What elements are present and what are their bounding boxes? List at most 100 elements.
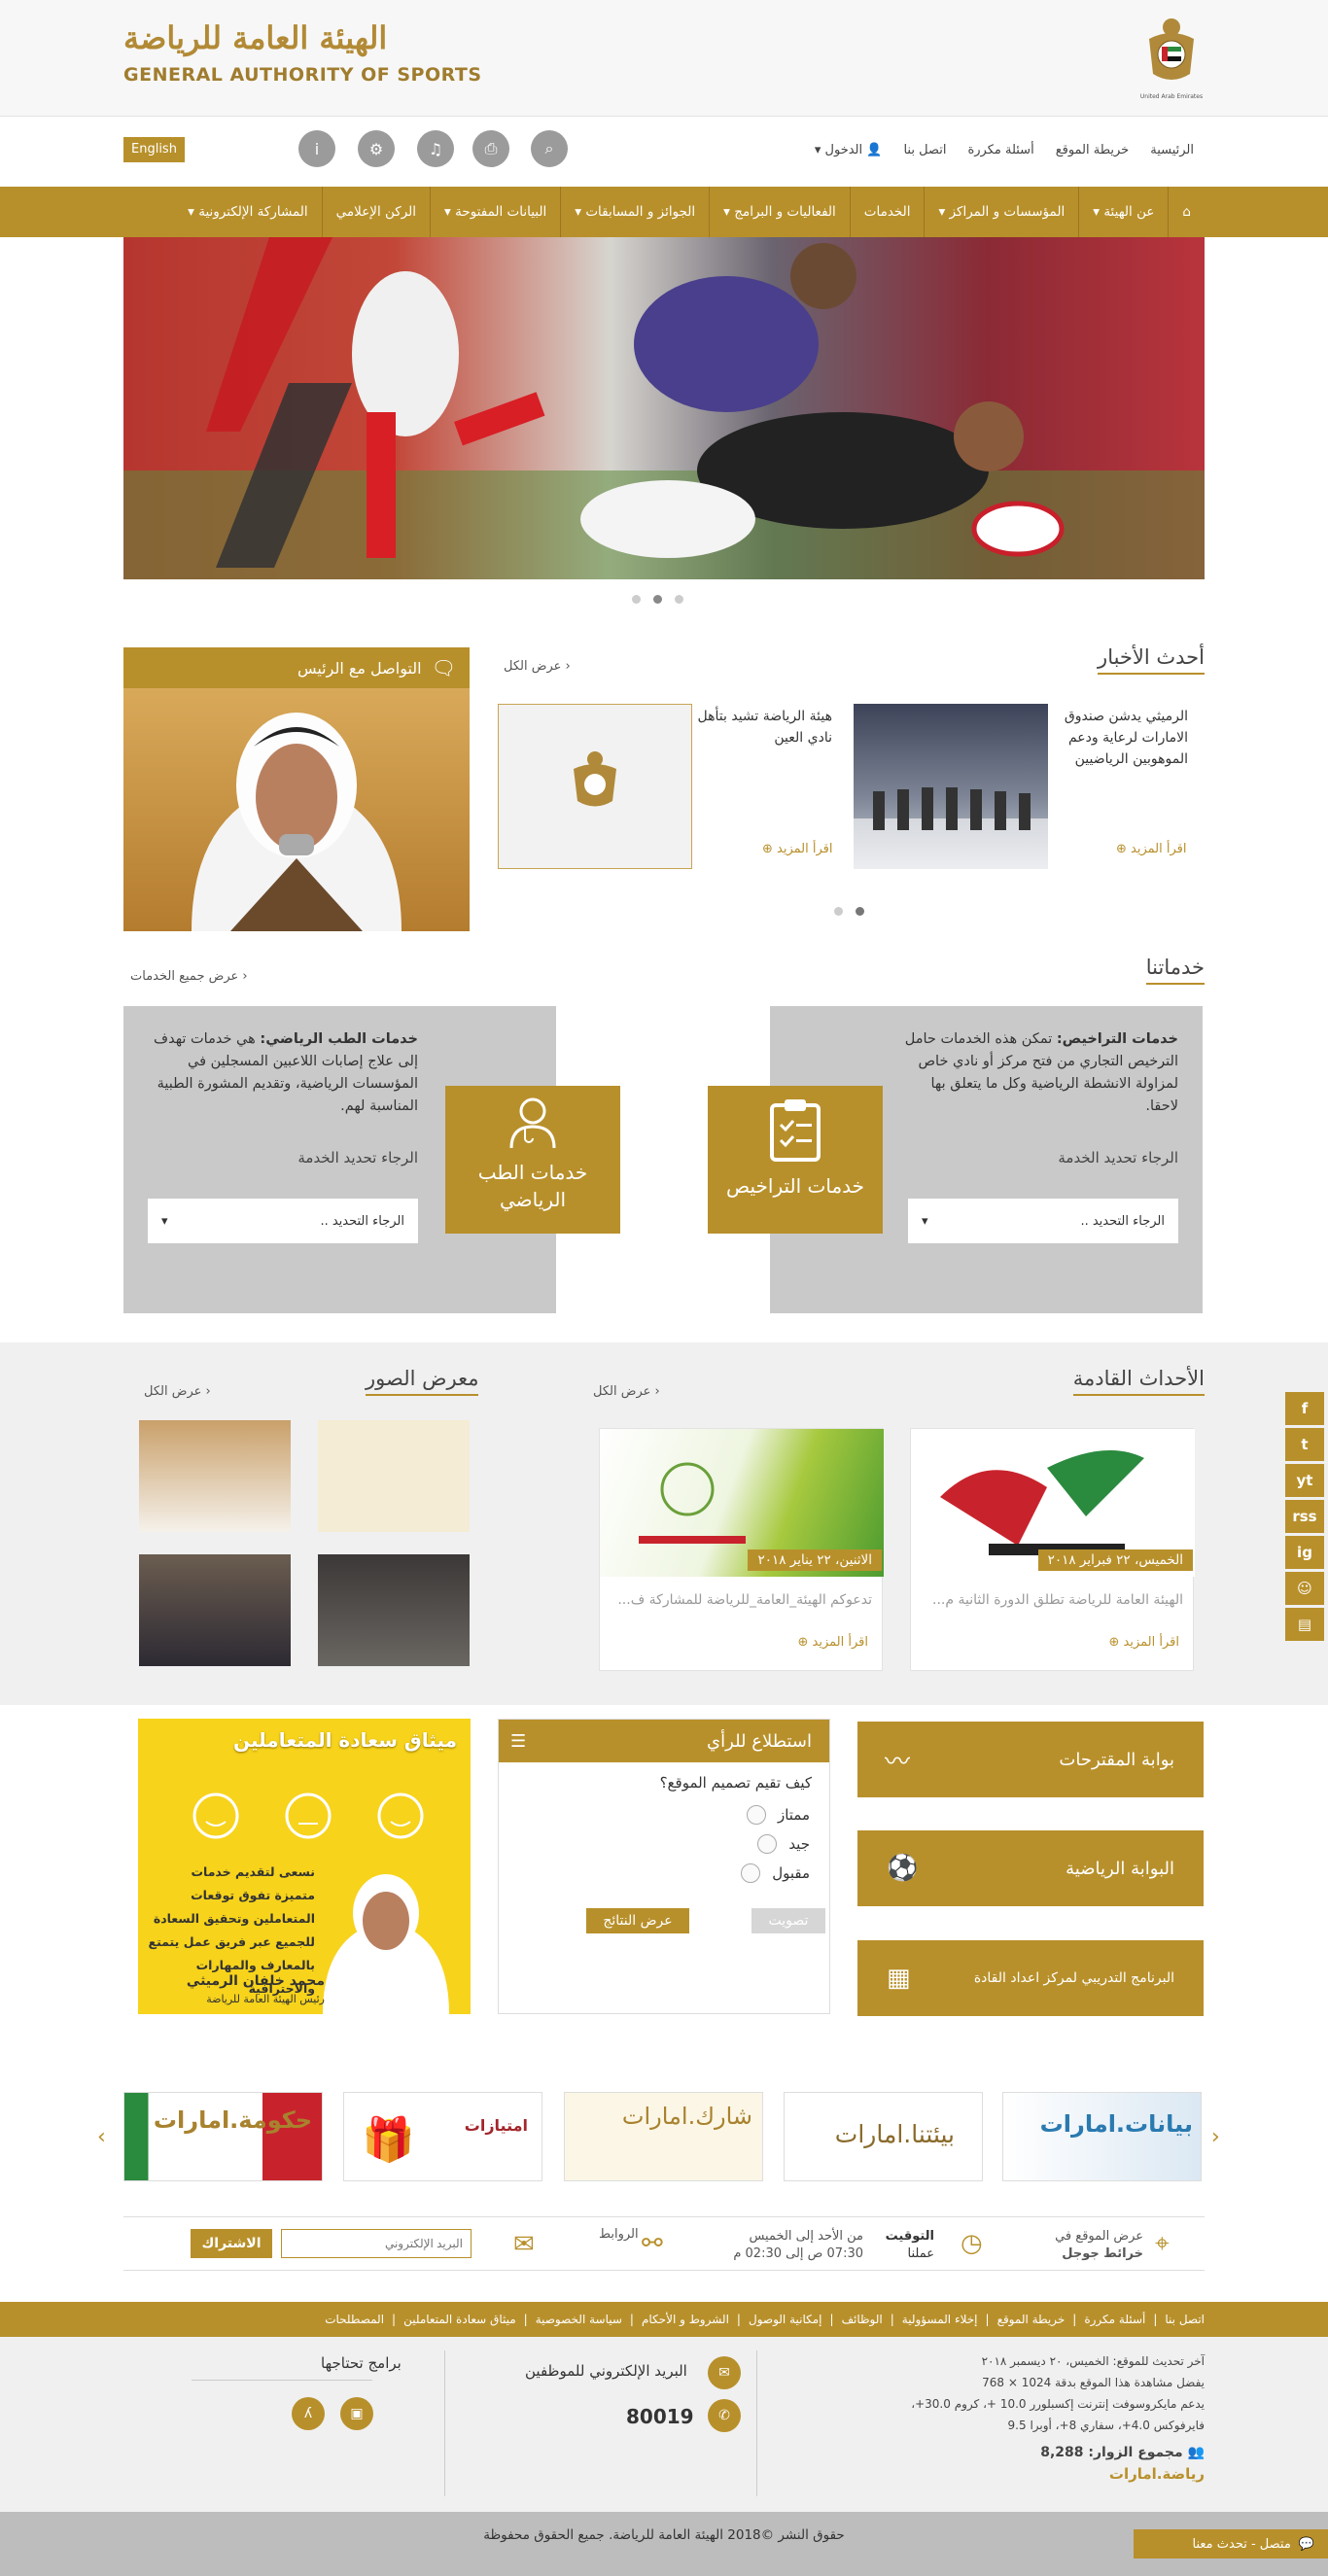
settings-icon[interactable]: ⚙ <box>358 130 395 167</box>
poll-radio-2[interactable] <box>757 1834 778 1854</box>
youtube-icon[interactable]: yt <box>1285 1464 1324 1497</box>
footer-link-sitemap[interactable]: خريطة الموقع <box>997 2313 1066 2326</box>
gallery-photo-4[interactable] <box>139 1554 291 1666</box>
news-image-1[interactable] <box>854 704 1048 869</box>
footer-link-terms[interactable]: الشروط و الأحكام <box>642 2313 729 2326</box>
customer-charter-banner[interactable]: ميثاق سعادة المتعاملين نسعى لتقديم خدمات… <box>138 1719 471 2014</box>
gallery-photo-3[interactable] <box>318 1554 470 1666</box>
footer-link-accessibility[interactable]: إمكانية الوصول <box>749 2313 822 2326</box>
chairman-header[interactable]: 🗨 التواصل مع الرئيس <box>123 647 470 688</box>
nav-about[interactable]: عن الهيئة ▾ <box>1078 187 1168 237</box>
footer-link-jobs[interactable]: الوظائف <box>842 2313 883 2326</box>
newsletter-email-input[interactable] <box>281 2229 472 2258</box>
logo-arabic[interactable]: الهيئة العامة للرياضة <box>123 19 387 56</box>
footer-link-faq[interactable]: أسئلة مكررة <box>1084 2313 1145 2326</box>
facebook-icon[interactable]: f <box>1285 1392 1324 1425</box>
partner-logo-4[interactable]: امتيازات 🎁 <box>343 2092 542 2181</box>
instagram-icon[interactable]: ig <box>1285 1536 1324 1569</box>
partners-next-icon[interactable]: › <box>1211 2125 1220 2149</box>
sound-icon[interactable]: ♫ <box>417 130 454 167</box>
nav-services[interactable]: الخدمات <box>849 187 925 237</box>
poll-radio-3[interactable] <box>741 1863 761 1883</box>
news-read-more-2[interactable]: اقرأ المزيد ⊕ <box>762 842 832 856</box>
partner-logo-2[interactable]: بيئتنا.امارات <box>784 2092 983 2181</box>
services-view-all[interactable]: ‹ عرض جميع الخدمات <box>130 969 248 984</box>
news-dot-active[interactable] <box>856 907 864 916</box>
nav-e-participation[interactable]: المشاركة الإلكترونية ▾ <box>174 187 322 237</box>
footer-link-privacy[interactable]: سياسة الخصوصية <box>536 2313 622 2326</box>
gallery-photo-1[interactable] <box>318 1420 470 1532</box>
footer-link-charter[interactable]: ميثاق سعادة المتعاملين <box>403 2313 516 2326</box>
news-read-more-1[interactable]: اقرأ المزيد ⊕ <box>1116 842 1186 856</box>
event-card-1[interactable]: الخميس، ٢٢ فبراير ٢٠١٨ الهيئة العامة للر… <box>910 1428 1195 1671</box>
poll-option-1[interactable]: ممتاز <box>746 1805 810 1825</box>
medical-services-button[interactable]: خدمات الطب الرياضي <box>445 1086 620 1234</box>
twitter-icon[interactable]: t <box>1285 1428 1324 1461</box>
partner-logo-3[interactable]: شارك.امارات <box>564 2092 763 2181</box>
nav-media[interactable]: الركن الإعلامي <box>321 187 430 237</box>
event-read-more-1[interactable]: اقرأ المزيد ⊕ <box>1109 1635 1179 1650</box>
search-icon[interactable]: ⌕ <box>531 130 568 167</box>
poll-radio-1[interactable] <box>746 1805 766 1825</box>
nav-events[interactable]: الفعاليات و البرامج ▾ <box>709 187 850 237</box>
logo-english[interactable]: GENERAL AUTHORITY OF SPORTS <box>123 64 482 86</box>
feedback-icon[interactable]: ☺ <box>1285 1572 1324 1605</box>
partner-logo-5[interactable]: حكومة.امارات <box>123 2092 323 2181</box>
staff-email-link[interactable]: البريد الإلكتروني للموظفين <box>525 2362 687 2380</box>
training-program-button[interactable]: البرنامج التدريبي لمركز اعداد القادة ▦ <box>857 1940 1204 2016</box>
nav-home-icon[interactable]: ⌂ <box>1168 187 1205 237</box>
sports-portal-button[interactable]: البوابة الرياضية ⚽ <box>857 1830 1204 1906</box>
nav-awards[interactable]: الجوائز و المسابقات ▾ <box>560 187 709 237</box>
event-card-2[interactable]: الاثنين، ٢٢ يناير ٢٠١٨ تدعوكم الهيئة_الع… <box>599 1428 884 1671</box>
nav-open-data[interactable]: البيانات المفتوحة ▾ <box>430 187 560 237</box>
link-faq[interactable]: أسئلة مكررة <box>967 143 1033 157</box>
news-text-2[interactable]: هيئة الرياضة تشيد بتأهل نادي العين <box>696 706 832 748</box>
poll-header: استطلاع للرأي ☰ <box>499 1720 829 1762</box>
vote-button[interactable]: تصويت <box>751 1908 825 1933</box>
info-icon[interactable]: i <box>298 130 335 167</box>
news-text-1[interactable]: الرميثي يدشن صندوق الامارات لرعاية ودعم … <box>1052 706 1188 770</box>
footer-link-contact[interactable]: اتصل بنا <box>1165 2313 1205 2326</box>
footer-link-disclaimer[interactable]: إخلاء المسؤولية <box>902 2313 978 2326</box>
site-domain[interactable]: رياضة.امارات <box>903 2463 1205 2485</box>
links-label[interactable]: الروابط <box>599 2227 639 2242</box>
acrobat-app-icon[interactable]: ʎ <box>292 2397 325 2430</box>
link-contact[interactable]: اتصل بنا <box>903 143 946 157</box>
hero-dot[interactable] <box>675 595 683 604</box>
hero-dot[interactable] <box>632 595 641 604</box>
gallery-view-all[interactable]: ‹ عرض الكل <box>144 1384 211 1399</box>
partner-logo-1[interactable]: بيانات.امارات <box>1002 2092 1202 2181</box>
rss-icon[interactable]: rss <box>1285 1500 1324 1533</box>
news-view-all[interactable]: ‹ عرض الكل <box>504 659 571 674</box>
event-read-more-2[interactable]: اقرأ المزيد ⊕ <box>798 1635 868 1650</box>
gallery-photo-2[interactable] <box>139 1420 291 1532</box>
partners-prev-icon[interactable]: ‹ <box>97 2125 106 2149</box>
licensing-select[interactable]: الرجاء التحديد .. ▾ <box>908 1199 1178 1243</box>
phone-number[interactable]: 80019 <box>626 2405 694 2428</box>
nav-institutions[interactable]: المؤسسات و المراكز ▾ <box>924 187 1078 237</box>
language-switch[interactable]: English <box>123 137 185 162</box>
hero-dot-active[interactable] <box>653 595 662 604</box>
office-app-icon[interactable]: ▣ <box>340 2397 373 2430</box>
subscribe-button[interactable]: الاشتراك <box>191 2229 272 2258</box>
print-icon[interactable]: ⎙ <box>472 130 509 167</box>
login-link[interactable]: 👤 الدخول ▾ <box>815 143 883 157</box>
link-home[interactable]: الرئيسية <box>1150 143 1194 157</box>
poll-option-3[interactable]: مقبول <box>741 1863 810 1883</box>
footer-link-glossary[interactable]: المصطلحات <box>325 2313 384 2326</box>
events-view-all[interactable]: ‹ عرض الكل <box>593 1384 660 1399</box>
medical-select[interactable]: الرجاء التحديد .. ▾ <box>148 1199 418 1243</box>
view-results-button[interactable]: عرض النتائج <box>586 1908 689 1933</box>
clipboard-icon <box>708 1086 883 1166</box>
live-chat-button[interactable]: 💬 متصل - تحدث معنا <box>1134 2529 1328 2559</box>
google-maps-link[interactable]: عرض الموقع في خرائط جوجل <box>1055 2228 1143 2263</box>
news-dot[interactable] <box>834 907 843 916</box>
hero-slider[interactable] <box>123 237 1205 579</box>
document-icon[interactable]: ▤ <box>1285 1608 1324 1641</box>
poll-option-2[interactable]: جيد <box>757 1834 810 1854</box>
licensing-services-button[interactable]: خدمات التراخيص <box>708 1086 883 1234</box>
news-image-2[interactable] <box>498 704 692 869</box>
user-icon: 👤 <box>862 143 883 157</box>
suggestions-portal-button[interactable]: بوابة المقترحات 〰 <box>857 1722 1204 1797</box>
link-sitemap[interactable]: خريطة الموقع <box>1056 143 1130 157</box>
